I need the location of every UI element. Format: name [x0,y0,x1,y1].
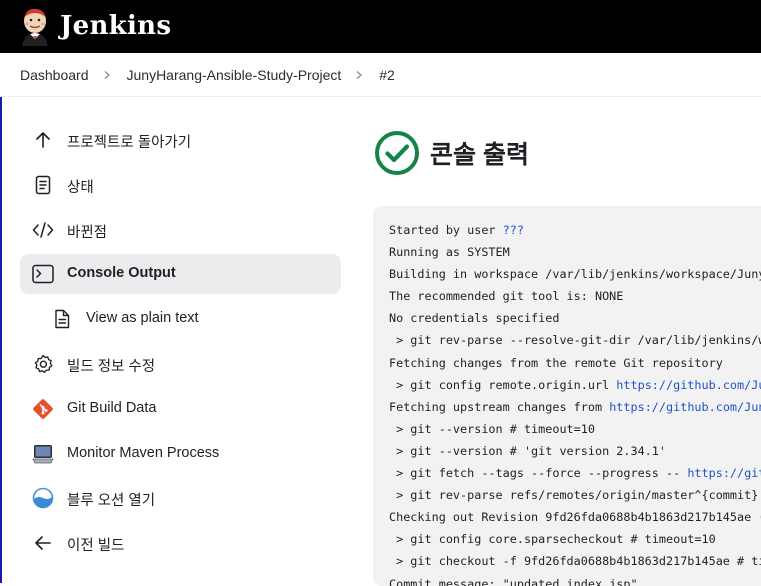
sidebar-item-console-output[interactable]: Console Output [20,254,341,294]
console-line: > git config remote.origin.url https://g… [389,374,761,396]
console-line-text: > git rev-parse --resolve-git-dir /var/l… [389,333,761,347]
console-output-panel: Started by user ??? Running as SYSTEM Buil… [373,206,761,586]
success-check-icon [374,130,420,176]
sidebar-item-monitor-maven[interactable]: Monitor Maven Process [20,434,341,474]
sidebar-item-label: 블루 오션 열기 [67,489,155,510]
console-link[interactable]: https://github.com/JunyHarang/Ansible-St… [687,466,761,480]
console-line-text: Building in workspace /var/lib/jenkins/w… [389,267,761,281]
console-line-text: Fetching upstream changes from [389,400,609,414]
console-line-text: Fetching changes from the remote Git rep… [389,356,723,370]
console-line-text: > git --version # 'git version 2.34.1' [389,444,666,458]
console-line: Running as SYSTEM [389,241,761,263]
breadcrumb-build[interactable]: #2 [379,67,395,83]
console-line-text: Commit message: "updated index.jsp" [389,577,638,586]
console-line-text: Checking out Revision 9fd26fda0688b4b186… [389,510,761,524]
console-line-text: > git checkout -f 9fd26fda0688b4b1863d21… [389,554,761,568]
console-line-text: > git fetch --tags --force --progress -- [389,466,687,480]
console-line-text: > git --version # timeout=10 [389,422,595,436]
sidebar-item-label: Git Build Data [67,400,156,416]
code-icon [32,219,54,241]
sidebar-item-changes[interactable]: 바뀐점 [20,210,341,250]
console-line: Started by user ??? [389,219,761,241]
sidebar-item-previous-build[interactable]: 이전 빌드 [20,523,341,563]
document-icon [51,308,73,330]
terminal-icon [32,263,54,285]
window-edge [0,97,2,583]
console-line: > git rev-parse refs/remotes/origin/mast… [389,484,761,506]
console-line: > git --version # timeout=10 [389,418,761,440]
jenkins-logo-text: Jenkins [60,11,171,41]
page-title: 콘솔 출력 [430,135,529,171]
sidebar-item-git-build-data[interactable]: Git Build Data [20,389,341,429]
breadcrumb-project[interactable]: JunyHarang-Ansible-Study-Project [127,67,342,83]
sidebar-item-label: Monitor Maven Process [67,445,219,461]
console-line-text: No credentials specified [389,311,559,325]
console-line-text: The recommended git tool is: NONE [389,289,623,303]
sidebar-item-edit-build-info[interactable]: 빌드 정보 수정 [20,344,341,384]
arrow-up-icon [32,129,54,151]
jenkins-home-link[interactable]: Jenkins [18,4,171,48]
console-link[interactable]: https://github.com/JunyHarang/Ansible-St… [616,378,761,392]
console-link[interactable]: https://github.com/JunyHarang/Ansible-St… [609,400,761,414]
gear-icon [32,353,54,375]
page-heading: 콘솔 출력 [374,130,529,176]
computer-icon [32,443,54,465]
console-line-text: > git config remote.origin.url [389,378,616,392]
console-line-text: Running as SYSTEM [389,245,510,259]
console-log: Started by user ??? Running as SYSTEM Buil… [373,206,761,586]
console-line: The recommended git tool is: NONE [389,285,761,307]
console-line: Checking out Revision 9fd26fda0688b4b186… [389,506,761,528]
sidebar-item-label: 바뀐점 [67,221,107,242]
sidebar-item-label: 빌드 정보 수정 [67,355,155,376]
sidebar-item-label: View as plain text [86,310,199,326]
git-icon [32,398,54,420]
console-line: > git --version # 'git version 2.34.1' [389,440,761,462]
sidebar: 프로젝트로 돌아가기 상태 바뀐점 Console Output View as… [20,120,341,568]
sidebar-item-label: 프로젝트로 돌아가기 [67,131,191,152]
console-line: Fetching changes from the remote Git rep… [389,352,761,374]
console-line-text: > git rev-parse refs/remotes/origin/mast… [389,488,761,502]
chevron-right-icon [103,71,111,79]
console-link[interactable]: ??? [503,223,524,237]
console-line-text: Started by user [389,223,503,237]
sidebar-item-blue-ocean[interactable]: 블루 오션 열기 [20,478,341,518]
breadcrumb-dashboard[interactable]: Dashboard [20,67,89,83]
sidebar-item-label: Console Output [67,265,176,281]
console-line: > git checkout -f 9fd26fda0688b4b1863d21… [389,550,761,572]
sidebar-item-status[interactable]: 상태 [20,165,341,205]
sidebar-item-back-to-project[interactable]: 프로젝트로 돌아가기 [20,120,341,160]
console-line-text: > git config core.sparsecheckout # timeo… [389,532,716,546]
console-line: > git config core.sparsecheckout # timeo… [389,528,761,550]
sidebar-item-label: 이전 빌드 [67,534,124,555]
console-line: > git fetch --tags --force --progress --… [389,462,761,484]
page-header: Jenkins [0,0,761,53]
chevron-right-icon [355,71,363,79]
status-document-icon [32,174,54,196]
console-line: Fetching upstream changes from https://g… [389,396,761,418]
blue-ocean-icon [32,487,54,509]
sidebar-item-view-plain-text[interactable]: View as plain text [20,299,341,339]
arrow-left-icon [32,532,54,554]
console-line: Commit message: "updated index.jsp" [389,573,761,586]
console-line: Building in workspace /var/lib/jenkins/w… [389,263,761,285]
jenkins-butler-icon [18,6,52,46]
console-line: > git rev-parse --resolve-git-dir /var/l… [389,329,761,351]
breadcrumb: Dashboard JunyHarang-Ansible-Study-Proje… [0,53,761,97]
sidebar-item-label: 상태 [67,176,94,197]
console-line: No credentials specified [389,307,761,329]
